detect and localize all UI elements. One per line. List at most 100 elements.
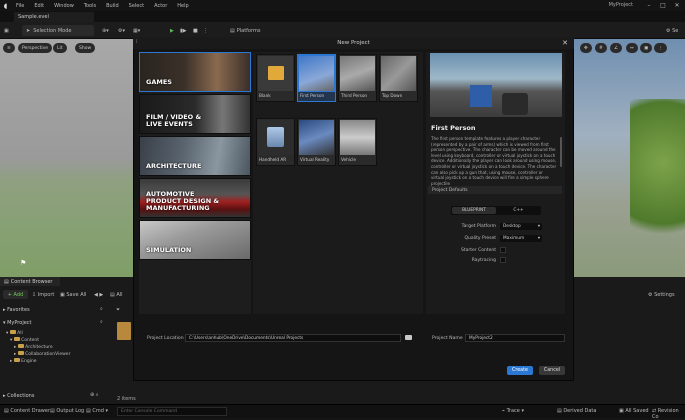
project-location-input[interactable]: C:\Users\anhub\OneDrive\Documents\Unreal… [185,334,401,342]
play-icon[interactable]: ▶ [170,25,174,36]
layout-icon[interactable]: ⋮ [654,43,667,53]
player-start-icon: ⚑ [20,259,27,267]
menu-build[interactable]: Build [101,3,124,9]
menu-select[interactable]: Select [124,3,149,9]
close-window-icon[interactable]: ✕ [670,0,684,11]
template-first-person[interactable]: First Person [297,54,336,102]
maximize-icon[interactable]: □ [656,0,670,11]
chevron-down-icon: ▾ [537,236,540,241]
category-automotive[interactable]: AUTOMOTIVE PRODUCT DESIGN & MANUFACTURIN… [139,178,251,218]
import-button[interactable]: ⇩ Import [32,292,54,298]
blueprint-icon[interactable]: ⚙▾ [118,25,125,36]
minimize-icon[interactable]: – [642,0,656,11]
show-label: Show [79,45,92,51]
trace-button[interactable]: ⌁ Trace ▾ [502,408,524,414]
browse-folder-icon[interactable] [405,335,412,340]
tree-item-engine[interactable]: ▸ Engine [10,358,37,364]
dialog-close-icon[interactable]: ✕ [560,38,570,48]
scale-icon[interactable]: ↔ [626,43,638,53]
status-bar: ▤ Content Drawer ▤ Output Log ▤ Cmd ▾ En… [0,404,685,420]
starter-content-checkbox[interactable] [500,247,506,253]
camera-speed-icon[interactable]: ▣ [640,43,653,53]
save-icon[interactable]: ▣ [4,25,9,36]
template-handheld-ar[interactable]: Handheld AR [256,118,295,166]
cancel-button[interactable]: Cancel [539,366,565,375]
output-log-button[interactable]: ▤ Output Log [50,408,84,414]
cmd-dropdown[interactable]: ▤ Cmd ▾ [86,408,108,414]
derived-data-button[interactable]: ▤ Derived Data [557,408,596,414]
template-blank[interactable]: Blank [256,54,295,102]
translate-icon[interactable]: ✥ [580,43,592,53]
console-placeholder: Enter Console Command [121,409,177,414]
blueprint-option[interactable]: BLUEPRINT [452,207,496,214]
template-label: First Person [300,93,325,98]
menu-bar: ◖ File Edit Window Tools Build Select Ac… [0,0,685,11]
tree-item-all[interactable]: ▾ All [6,330,23,336]
category-film[interactable]: FILM / VIDEO & LIVE EVENTS [139,94,251,134]
project-name-input[interactable]: MyProject2 [465,334,565,342]
template-third-person[interactable]: Third Person [338,54,377,102]
viewport-right[interactable]: ✥ # ∠ ↔ ▣ ⋮ [570,39,685,277]
collections-header[interactable]: ▸ Collections [3,393,34,399]
settings-label-icon[interactable]: ⚙ Se [666,25,678,36]
favorites-header[interactable]: ▸ Favorites [3,307,30,313]
template-top-down[interactable]: Top Down [379,54,418,102]
language-toggle: BLUEPRINT C++ [451,206,541,215]
template-vehicle[interactable]: Vehicle [338,118,377,166]
raytracing-checkbox[interactable] [500,257,506,263]
cpp-option[interactable]: C++ [497,207,540,214]
create-button[interactable]: Create [507,366,533,375]
angle-icon[interactable]: ∠ [610,43,623,53]
favorites-search-icon[interactable]: ⌕ [100,306,103,312]
cinematics-icon[interactable]: ▦▾ [133,25,140,36]
category-simulation[interactable]: SIMULATION [139,220,251,260]
platforms-button[interactable]: ▤ Platforms [230,25,260,36]
all-breadcrumb[interactable]: ▤ All [110,292,123,298]
content-browser-tab[interactable]: ▤ Content Browser [0,277,60,286]
project-search-icon[interactable]: ⌕ [100,319,103,325]
menu-actor[interactable]: Actor [149,3,172,9]
project-header[interactable]: ▾ MyProject [3,320,32,326]
revision-control-button[interactable]: ⇄ Revision Co [652,408,685,420]
viewport-menu-button[interactable]: ≡ [3,43,15,53]
create-actor-icon[interactable]: ⊕▾ [102,25,109,36]
category-architecture[interactable]: ARCHITECTURE [139,136,251,176]
all-saved-button[interactable]: ▣ All Saved [619,408,649,414]
target-platform-dropdown[interactable]: Desktop ▾ [500,223,542,230]
play-options-icon[interactable]: ⋮ [203,25,208,36]
tree-item-collaboration[interactable]: ▸ CollaborationViewer [14,351,70,357]
menu-window[interactable]: Window [49,3,79,9]
add-button[interactable]: + Add [3,290,28,299]
content-folder-thumbnail[interactable] [117,322,131,340]
tree-item-content[interactable]: ▾ Content [10,337,39,343]
lit-button[interactable]: Lit [53,43,67,53]
quality-preset-dropdown[interactable]: Maximum ▾ [500,235,542,242]
menu-edit[interactable]: Edit [29,3,49,9]
template-virtual-reality[interactable]: Virtual Reality [297,118,336,166]
history-icons[interactable]: ◀ ▶ [94,292,103,298]
menu-help[interactable]: Help [172,3,193,9]
perspective-button[interactable]: Perspective [18,43,53,53]
viewport-left[interactable]: ≡ Perspective Lit Show ⚑ [0,39,133,277]
content-drawer-button[interactable]: ▤ Content Drawer [4,408,50,414]
selection-mode-button[interactable]: ➤ Selection Mode [22,25,94,36]
template-description: The first person template features a pla… [431,136,557,186]
derived-data-label: Derived Data [563,408,597,414]
settings-button[interactable]: ⚙ Settings [648,292,675,298]
menu-tools[interactable]: Tools [79,3,101,9]
content-browser-icon: ▤ [4,278,9,285]
filter-icon[interactable]: ⏷ [116,307,120,313]
step-icon[interactable]: ▮▶ [180,25,187,36]
menu-file[interactable]: File [11,3,29,9]
grid-icon[interactable]: # [595,43,607,53]
console-input[interactable]: Enter Console Command [117,407,227,416]
show-button[interactable]: Show [75,43,96,53]
tree-item-architecture[interactable]: ▸ Architecture [14,344,53,350]
category-games[interactable]: GAMES [139,52,251,92]
stop-icon[interactable]: ■ [193,25,198,36]
level-tab[interactable]: Sample.evel [14,12,94,22]
collections-add-icon[interactable]: ⊕ ⌕ [90,392,99,398]
unreal-logo-icon[interactable]: ◖ [0,0,11,11]
save-all-button[interactable]: ▣ Save All [60,292,86,298]
description-scrollbar[interactable] [560,137,562,167]
